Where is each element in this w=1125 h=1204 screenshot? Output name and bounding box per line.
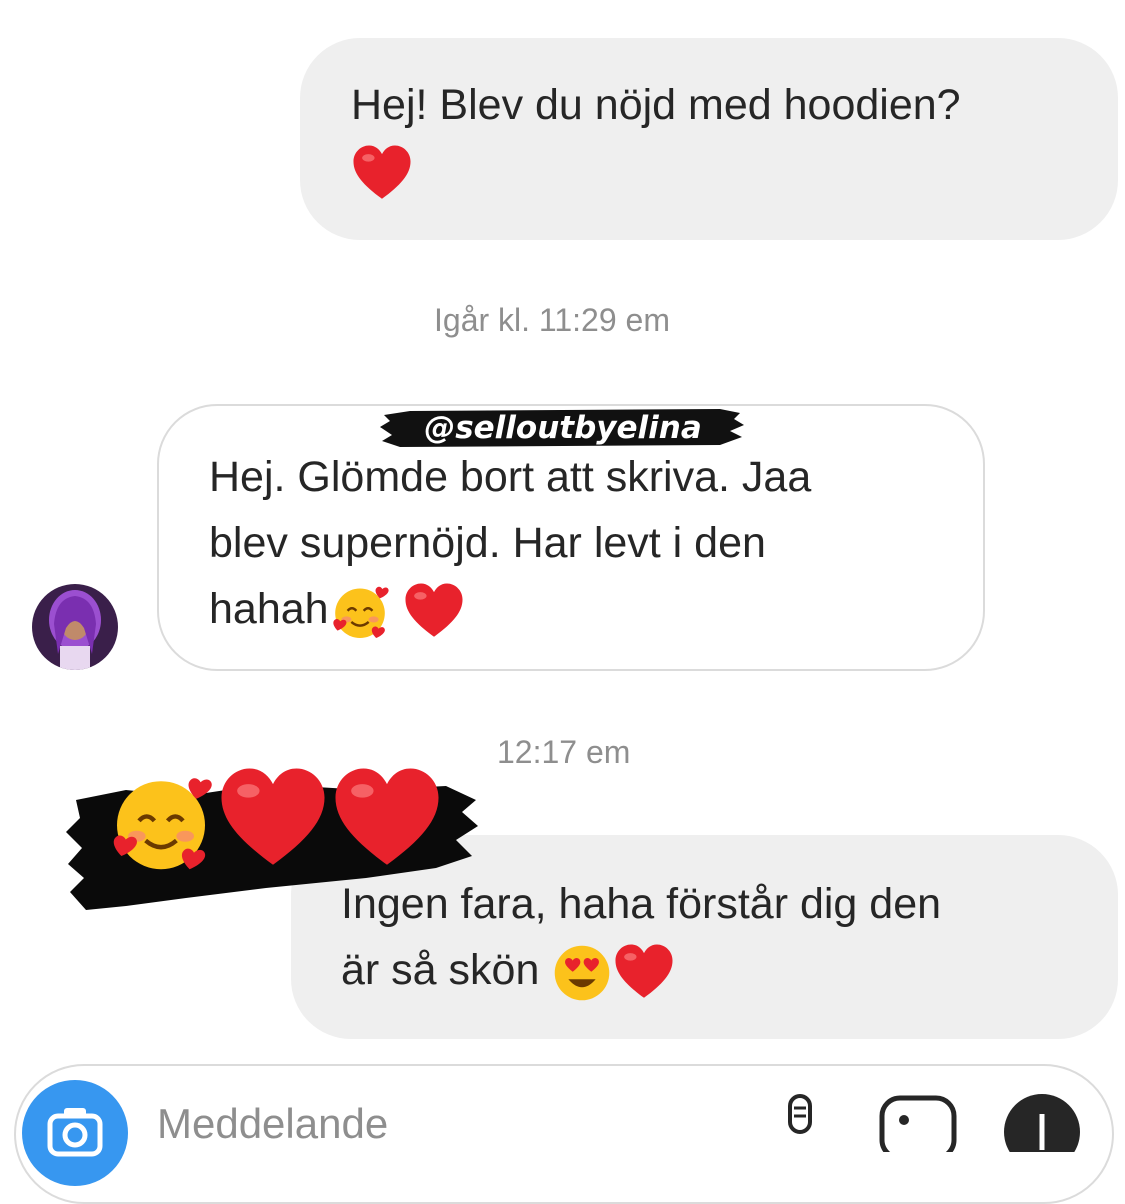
camera-icon — [47, 1108, 103, 1157]
message-timestamp: Igår kl. 11:29 em — [434, 302, 670, 338]
smiling-face-with-hearts-icon — [329, 581, 391, 643]
message-timestamp: 12:17 em — [497, 734, 631, 770]
red-heart-icon — [328, 764, 446, 876]
watermark-sticker: @selloutbyelina — [380, 405, 746, 451]
reaction-overlay — [66, 760, 480, 914]
red-heart-icon — [214, 764, 332, 876]
profile-picture — [32, 584, 118, 670]
smiling-face-with-hearts-icon — [106, 768, 216, 878]
message-input[interactable]: Meddelande — [157, 1100, 388, 1148]
message-emoji-line — [351, 138, 1118, 205]
message-text-with-emoji: hahah — [209, 576, 983, 643]
add-icon[interactable] — [1002, 1092, 1082, 1152]
message-text: Hej! Blev du nöjd med hoodien? — [351, 81, 961, 129]
sent-message-bubble[interactable]: Hej! Blev du nöjd med hoodien? — [300, 38, 1118, 240]
gallery-icon[interactable] — [878, 1092, 958, 1152]
watermark-text: @selloutbyelina — [424, 410, 702, 446]
red-heart-icon — [351, 143, 413, 205]
red-heart-icon — [613, 942, 675, 1004]
message-text-with-emoji: är så skön — [341, 937, 1118, 1004]
avatar[interactable] — [32, 584, 118, 670]
message-text: blev supernöjd. Har levt i den — [209, 519, 766, 567]
microphone-icon[interactable] — [780, 1094, 820, 1154]
heart-eyes-icon — [551, 942, 613, 1004]
message-text: Hej. Glömde bort att skriva. Jaa — [209, 453, 812, 501]
camera-button[interactable] — [22, 1080, 128, 1186]
red-heart-icon — [403, 581, 465, 643]
